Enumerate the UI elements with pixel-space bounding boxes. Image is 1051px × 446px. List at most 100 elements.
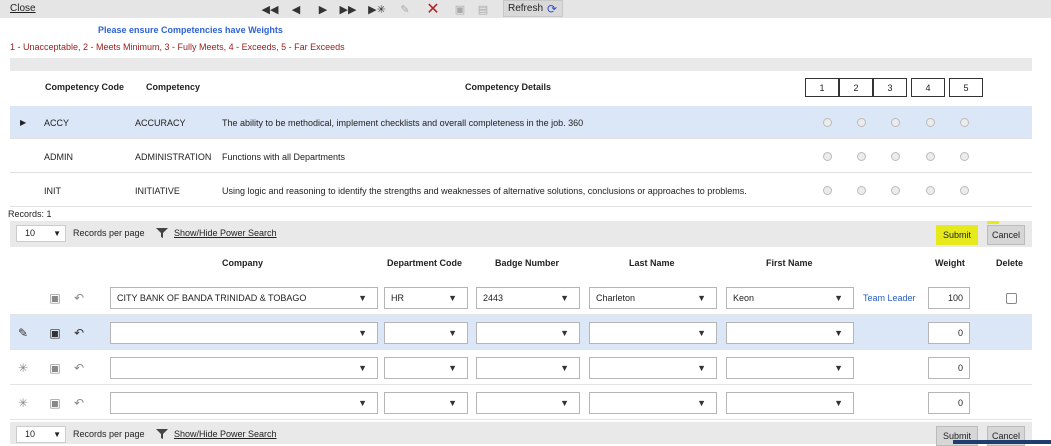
records-count: Records: 1 <box>8 209 52 219</box>
chevron-down-icon: ▼ <box>697 363 706 373</box>
rating-radio-5[interactable] <box>960 186 969 195</box>
badge-select[interactable]: ▼ <box>476 392 580 414</box>
prev-page-icon[interactable]: ◀ <box>288 1 304 17</box>
records-per-page-select[interactable]: 10 ▼ <box>16 426 66 443</box>
evaluator-row[interactable]: ✳ ▣ ↶ ▼ ▼ ▼ ▼ ▼ 0 <box>10 385 1032 420</box>
undo-icon[interactable]: ↶ <box>72 396 86 410</box>
department-select[interactable]: HR ▼ <box>384 287 468 309</box>
badge-select[interactable]: ▼ <box>476 357 580 379</box>
records-per-page-label: Records per page <box>73 228 145 238</box>
undo-icon[interactable]: ↶ <box>72 291 86 305</box>
chevron-down-icon: ▼ <box>448 363 457 373</box>
delete-icon[interactable]: ✕ <box>425 1 441 18</box>
rating-header-3: 3 <box>873 78 907 97</box>
weight-input[interactable]: 0 <box>928 357 970 379</box>
rating-header-2: 2 <box>839 78 873 97</box>
edit-icon[interactable]: ✎ <box>397 1 413 17</box>
header-last-name: Last Name <box>629 258 675 268</box>
evaluator-row[interactable]: ▣ ↶ CITY BANK OF BANDA TRINIDAD & TOBAGO… <box>10 280 1032 315</box>
company-select[interactable]: ▼ <box>110 392 378 414</box>
weight-input[interactable]: 0 <box>928 322 970 344</box>
close-link[interactable]: Close <box>10 3 36 14</box>
undo-icon[interactable]: ↶ <box>72 326 86 340</box>
first-name-select[interactable]: ▼ <box>726 392 854 414</box>
save-icon[interactable]: ▣ <box>48 396 62 410</box>
competency-row[interactable]: INIT INITIATIVE Using logic and reasonin… <box>10 174 1032 207</box>
weights-notice: Please ensure Competencies have Weights <box>98 25 283 35</box>
evaluator-row[interactable]: ✳ ▣ ↶ ▼ ▼ ▼ ▼ ▼ 0 <box>10 350 1032 385</box>
last-page-icon[interactable]: ▶▶ <box>340 1 357 17</box>
refresh-label: Refresh <box>508 3 544 14</box>
delete-checkbox[interactable] <box>1006 293 1017 304</box>
last-name-select[interactable]: ▼ <box>589 357 717 379</box>
power-search-link[interactable]: Show/Hide Power Search <box>174 228 277 238</box>
evaluator-row[interactable]: ✎ ▣ ↶ ▼ ▼ ▼ ▼ ▼ 0 <box>10 315 1032 350</box>
company-select[interactable]: ▼ <box>110 357 378 379</box>
competency-row[interactable]: ADMIN ADMINISTRATION Functions with all … <box>10 140 1032 173</box>
rating-radio-4[interactable] <box>926 152 935 161</box>
next-page-icon[interactable]: ▶ <box>315 1 331 17</box>
last-name-select[interactable]: ▼ <box>589 392 717 414</box>
chevron-down-icon: ▼ <box>448 328 457 338</box>
filter-icon[interactable] <box>156 428 168 440</box>
rating-radio-4[interactable] <box>926 118 935 127</box>
chevron-down-icon: ▼ <box>834 328 843 338</box>
rating-radio-5[interactable] <box>960 118 969 127</box>
weight-input[interactable]: 100 <box>928 287 970 309</box>
header-company: Company <box>222 258 264 268</box>
submit-button[interactable]: Submit <box>936 225 978 245</box>
undo-icon[interactable]: ↶ <box>72 361 86 375</box>
records-per-page-select[interactable]: 10 ▼ <box>16 225 66 242</box>
first-name-select[interactable]: Keon ▼ <box>726 287 854 309</box>
save-icon[interactable]: ▣ <box>48 291 62 305</box>
chevron-down-icon: ▼ <box>448 398 457 408</box>
rating-radio-1[interactable] <box>823 118 832 127</box>
rating-radio-3[interactable] <box>891 186 900 195</box>
add-new-icon[interactable]: ▶✳ <box>367 1 387 17</box>
records-per-page-value: 10 <box>25 228 36 238</box>
last-name-select[interactable]: Charleton ▼ <box>589 287 717 309</box>
save-icon[interactable]: ▣ <box>452 1 468 17</box>
rating-radio-2[interactable] <box>857 152 866 161</box>
department-select[interactable]: ▼ <box>384 392 468 414</box>
rating-radio-1[interactable] <box>823 186 832 195</box>
first-name-select[interactable]: ▼ <box>726 322 854 344</box>
first-name-select[interactable]: ▼ <box>726 357 854 379</box>
window-corner-bar <box>953 440 1051 444</box>
rating-radio-5[interactable] <box>960 152 969 161</box>
badge-value: 2443 <box>483 293 504 303</box>
rating-radio-2[interactable] <box>857 118 866 127</box>
department-select[interactable]: ▼ <box>384 357 468 379</box>
refresh-button[interactable]: Refresh ⟳ <box>503 0 563 17</box>
rating-radio-4[interactable] <box>926 186 935 195</box>
header-competency: Competency <box>146 82 201 92</box>
rating-radio-1[interactable] <box>823 152 832 161</box>
power-search-link[interactable]: Show/Hide Power Search <box>174 429 277 439</box>
last-name-select[interactable]: ▼ <box>589 322 717 344</box>
department-select[interactable]: ▼ <box>384 322 468 344</box>
rating-radio-2[interactable] <box>857 186 866 195</box>
first-page-icon[interactable]: ◀◀ <box>262 1 279 17</box>
badge-select[interactable]: 2443 ▼ <box>476 287 580 309</box>
competency-code: ADMIN <box>44 152 73 162</box>
first-name-value: Keon <box>733 293 755 303</box>
cancel-button[interactable]: Cancel <box>987 225 1025 245</box>
chevron-down-icon: ▼ <box>834 398 843 408</box>
last-name-value: Charleton <box>596 293 636 303</box>
badge-select[interactable]: ▼ <box>476 322 580 344</box>
filter-icon[interactable] <box>156 227 168 239</box>
rating-radio-3[interactable] <box>891 118 900 127</box>
rating-radio-3[interactable] <box>891 152 900 161</box>
department-value: HR <box>391 293 404 303</box>
save-icon[interactable]: ▣ <box>48 326 62 340</box>
company-select[interactable]: ▼ <box>110 322 378 344</box>
weight-input[interactable]: 0 <box>928 392 970 414</box>
save-icon[interactable]: ▣ <box>48 361 62 375</box>
competency-row[interactable]: ▶ ACCY ACCURACY The ability to be method… <box>10 106 1032 139</box>
header-competency-code: Competency Code <box>45 82 125 92</box>
company-select[interactable]: CITY BANK OF BANDA TRINIDAD & TOBAGO ▼ <box>110 287 378 309</box>
chevron-down-icon: ▼ <box>834 293 843 303</box>
save-edit-icon[interactable]: ▤ <box>475 1 491 17</box>
records-per-page-value: 10 <box>25 429 36 439</box>
competency-details: Using logic and reasoning to identify th… <box>222 186 747 196</box>
